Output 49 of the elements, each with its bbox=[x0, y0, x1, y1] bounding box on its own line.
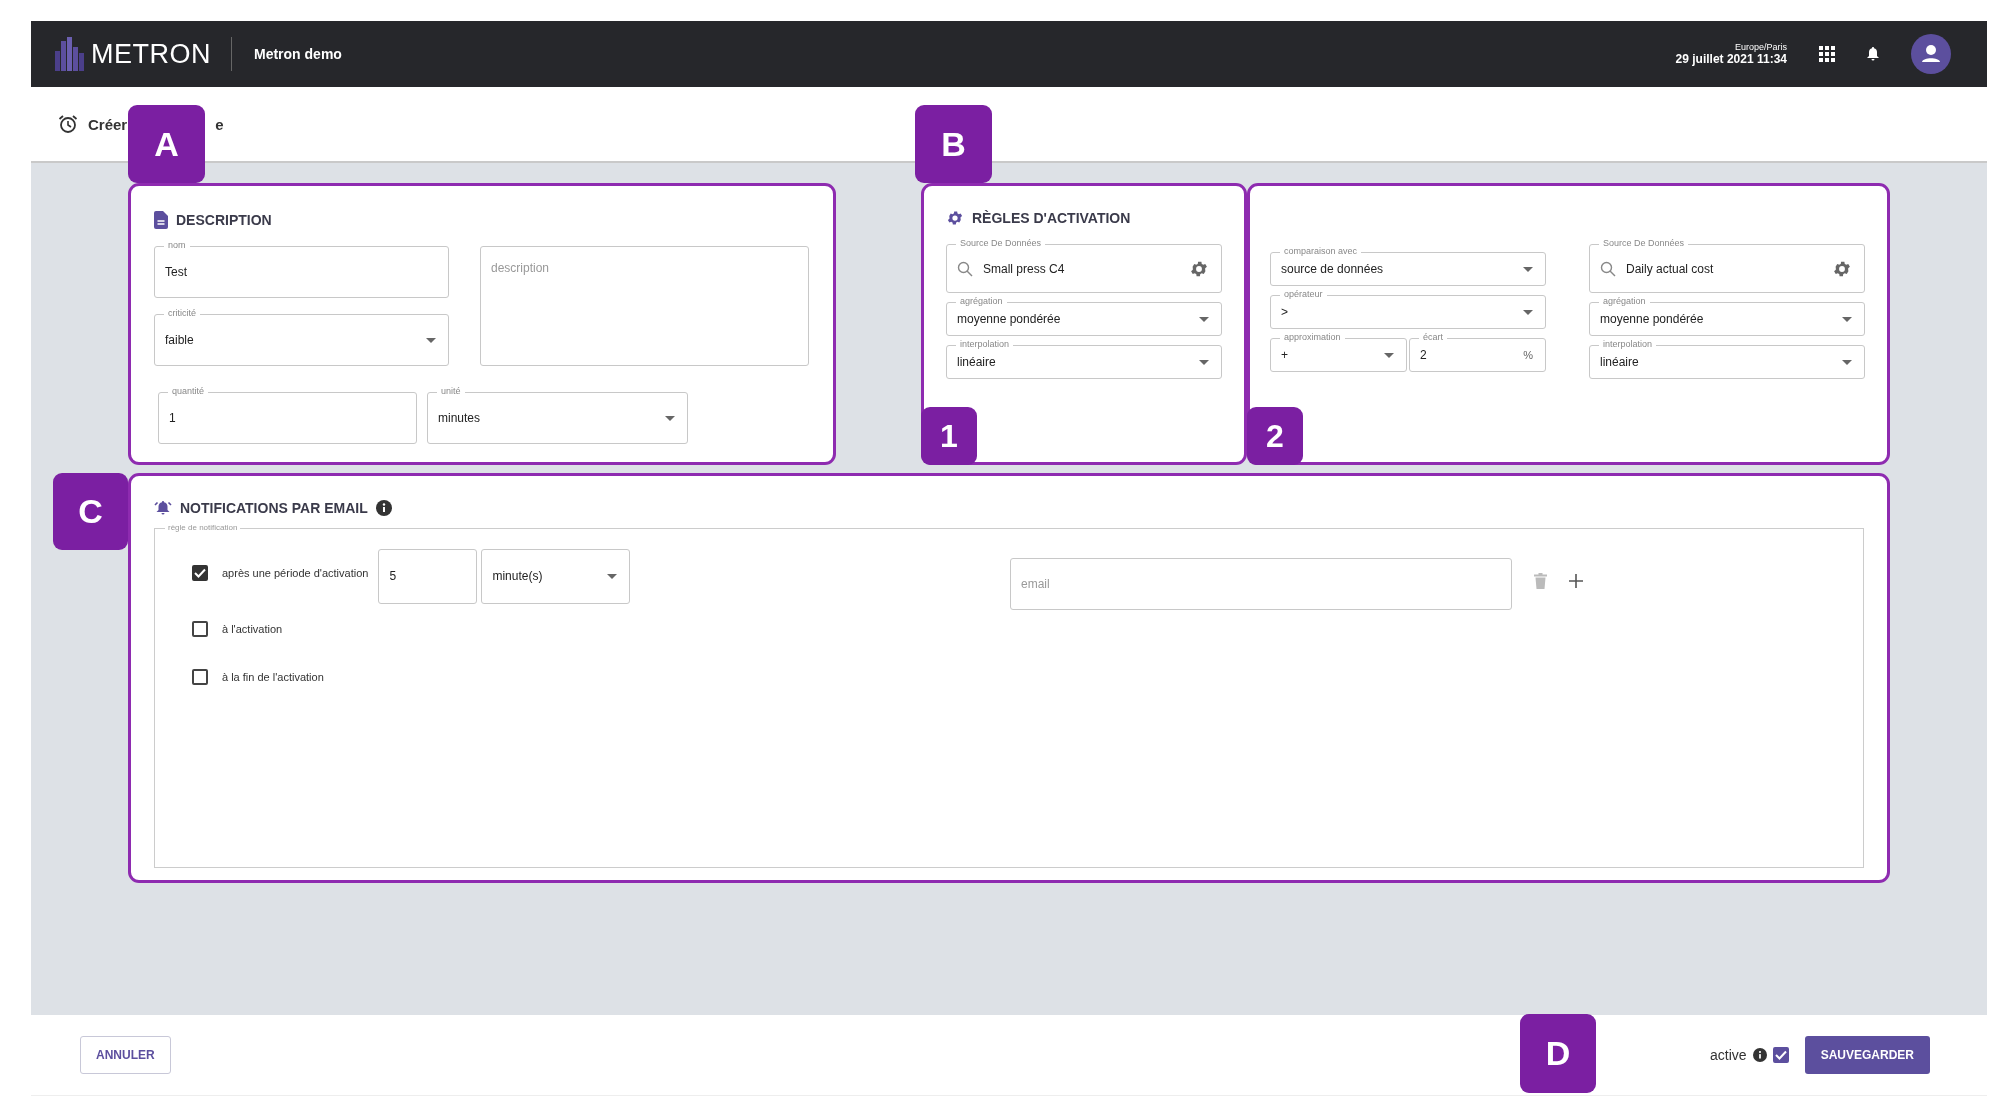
section-title: NOTIFICATIONS PAR EMAIL bbox=[180, 500, 368, 516]
section-title: RÈGLES D'ACTIVATION bbox=[972, 210, 1131, 226]
logo-bars-icon bbox=[55, 37, 85, 71]
caret-icon bbox=[1199, 359, 1209, 365]
info-icon[interactable] bbox=[1752, 1048, 1767, 1062]
callout-badge: B bbox=[915, 105, 992, 183]
page-title: Créer bbox=[88, 115, 128, 133]
callout-badge: 1 bbox=[921, 407, 977, 465]
caret-icon bbox=[1523, 309, 1533, 315]
callout-badge: C bbox=[53, 473, 128, 550]
info-icon[interactable] bbox=[375, 500, 392, 516]
apps-grid-icon[interactable] bbox=[1819, 46, 1835, 62]
save-button[interactable]: SAUVEGARDER bbox=[1804, 1036, 1930, 1074]
callout-badge: A bbox=[128, 105, 205, 183]
checkbox-label[interactable]: après une période d'activation bbox=[222, 567, 369, 579]
caret-icon bbox=[665, 415, 675, 421]
document-icon bbox=[154, 211, 168, 229]
active-label: active bbox=[1710, 1047, 1747, 1063]
alarm-bell-icon bbox=[154, 500, 172, 516]
caret-icon bbox=[426, 337, 436, 343]
avatar-icon[interactable] bbox=[1911, 34, 1951, 74]
app-name: Metron demo bbox=[254, 46, 342, 62]
logo-text: METRON bbox=[91, 38, 211, 70]
timezone-label: Europe/Paris bbox=[1734, 42, 1787, 52]
search-icon bbox=[957, 260, 973, 277]
caret-icon bbox=[1842, 316, 1852, 322]
date-time: 29 juillet 2021 11:34 bbox=[1675, 52, 1787, 66]
gear-icon bbox=[946, 209, 964, 227]
cancel-button[interactable]: ANNULER bbox=[80, 1036, 171, 1074]
callout-badge: D bbox=[1520, 1014, 1597, 1093]
checkbox-label[interactable]: à l'activation bbox=[222, 623, 283, 635]
caret-icon bbox=[1523, 266, 1533, 272]
group-label: règle de notification bbox=[165, 523, 241, 532]
search-icon bbox=[1600, 260, 1616, 277]
add-icon[interactable] bbox=[1569, 574, 1583, 588]
caret-icon bbox=[1842, 359, 1852, 365]
section-title: DESCRIPTION bbox=[176, 212, 272, 228]
checkbox[interactable] bbox=[192, 621, 208, 637]
bell-icon[interactable] bbox=[1867, 47, 1879, 61]
checkbox[interactable] bbox=[192, 565, 208, 581]
caret-icon bbox=[607, 573, 618, 579]
caret-icon bbox=[1199, 316, 1209, 322]
callout-badge: 2 bbox=[1247, 407, 1303, 465]
alarm-clock-icon bbox=[58, 114, 78, 134]
caret-icon bbox=[1384, 352, 1394, 358]
checkbox[interactable] bbox=[192, 669, 208, 685]
checkbox-label[interactable]: à la fin de l'activation bbox=[222, 671, 324, 683]
page-title: e bbox=[215, 115, 224, 133]
checkbox[interactable] bbox=[1772, 1047, 1789, 1063]
